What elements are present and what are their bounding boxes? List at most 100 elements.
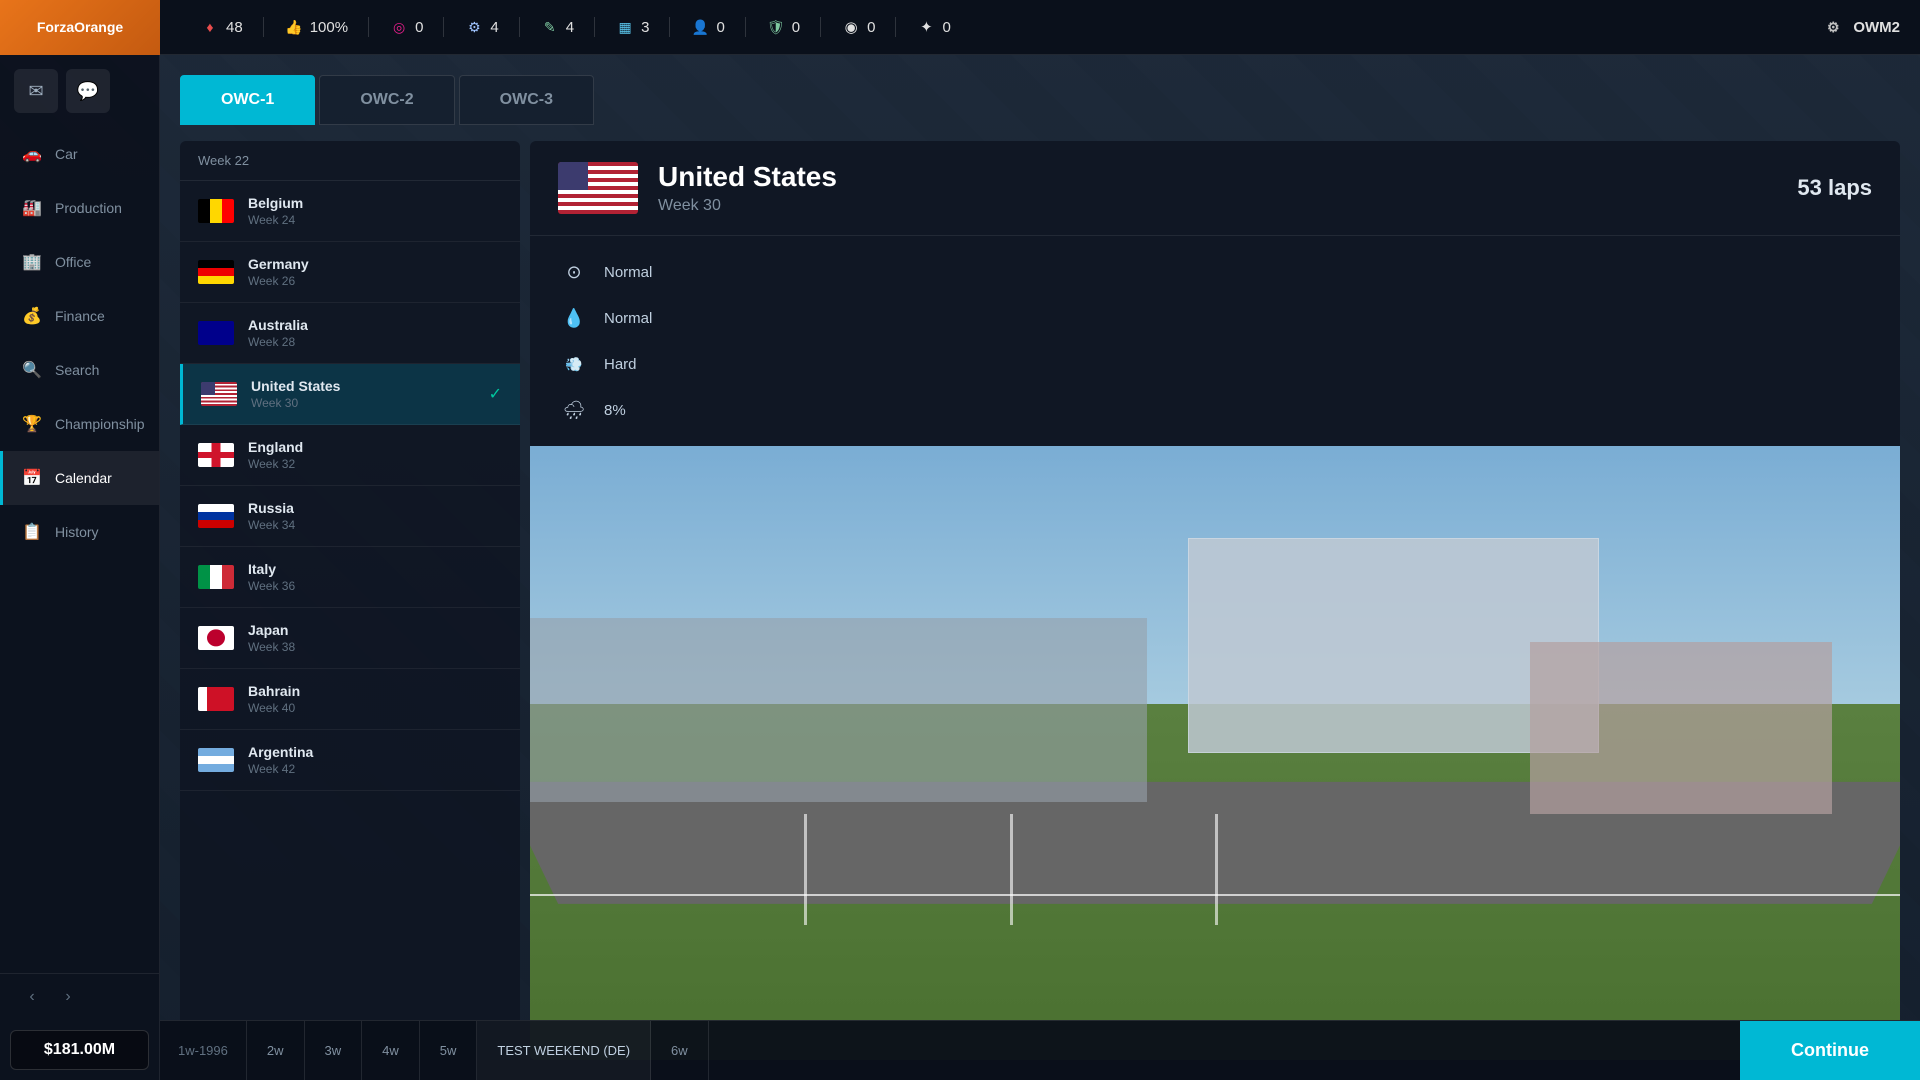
flag-italy: [198, 565, 234, 589]
production-icon: 🏭: [21, 197, 43, 219]
race-week-bahrain: Week 40: [248, 701, 502, 715]
shield-icon: 🛡: [766, 17, 786, 37]
stat-mechanics: ✎ 4: [520, 17, 595, 37]
box-icon: ▦: [615, 17, 635, 37]
mail-button[interactable]: ✉: [14, 69, 58, 113]
stat-star-value: 0: [942, 19, 950, 36]
money-display: $181.00M: [10, 1030, 149, 1070]
detail-laps: 53 laps: [1797, 175, 1872, 201]
race-item-russia[interactable]: Russia Week 34: [180, 486, 520, 547]
bottom-bar: 1w-1996 2w 3w 4w 5w TEST WEEKEND (DE) 6w…: [160, 1020, 1920, 1080]
username: OWM2: [1853, 19, 1900, 36]
detail-panel: United States Week 30 53 laps ⊙ Normal 💧…: [530, 141, 1900, 1060]
stat-star: ✦ 0: [896, 17, 970, 37]
race-item-japan[interactable]: Japan Week 38: [180, 608, 520, 669]
stat-row-rain: 🌧 8%: [558, 394, 1872, 426]
tab-owc2[interactable]: OWC-2: [319, 75, 454, 125]
star-icon: ✦: [916, 17, 936, 37]
race-item-england[interactable]: England Week 32: [180, 425, 520, 486]
flag-russia: [198, 504, 234, 528]
detail-week: Week 30: [658, 197, 1777, 215]
rain-icon: 🌧: [558, 394, 590, 426]
settings-icon[interactable]: ⚙: [1823, 17, 1843, 37]
marking-2: [1010, 814, 1013, 925]
sidebar-item-calendar[interactable]: 📅 Calendar: [0, 451, 159, 505]
sidebar-item-office[interactable]: 🏢 Office: [0, 235, 159, 289]
top-bar: ForzaOrange ♦ 48 👍 100% ◎ 0 ⚙ 4 ✎ 4 ▦ 3 …: [0, 0, 1920, 55]
sidebar-nav: 🚗 Car 🏭 Production 🏢 Office 💰 Finance 🔍 …: [0, 127, 159, 973]
stat-boxes-value: 3: [641, 19, 649, 36]
sidebar-chevrons: ‹ ›: [0, 973, 159, 1020]
race-week-germany: Week 26: [248, 274, 502, 288]
marking-3: [1215, 814, 1218, 925]
race-item-belgium[interactable]: Belgium Week 24: [180, 181, 520, 242]
tab-owc3[interactable]: OWC-3: [459, 75, 594, 125]
stat-coins: ◉ 0: [821, 17, 896, 37]
race-week-japan: Week 38: [248, 640, 502, 654]
continue-button[interactable]: Continue: [1740, 1021, 1920, 1080]
sidebar-item-production-label: Production: [55, 200, 122, 216]
wrench-icon: ⚙: [464, 17, 484, 37]
sidebar-item-finance[interactable]: 💰 Finance: [0, 289, 159, 343]
logo: ForzaOrange: [0, 0, 160, 55]
detail-flag: [558, 162, 638, 214]
stat-approval-value: 100%: [310, 19, 348, 36]
flag-belgium: [198, 199, 234, 223]
stat-row-hard: 💨 Hard: [558, 348, 1872, 380]
grandstand: [1530, 642, 1831, 814]
wind-icon: 💨: [558, 348, 590, 380]
user-area[interactable]: ⚙ OWM2: [1823, 17, 1920, 37]
race-item-germany[interactable]: Germany Week 26: [180, 242, 520, 303]
current-week-label: 1w-1996: [160, 1021, 247, 1080]
detail-header: United States Week 30 53 laps: [530, 141, 1900, 236]
race-week-england: Week 32: [248, 457, 502, 471]
race-item-bahrain[interactable]: Bahrain Week 40: [180, 669, 520, 730]
detail-stats: ⊙ Normal 💧 Normal 💨 Hard 🌧 8%: [530, 236, 1900, 446]
stat-shield-value: 0: [792, 19, 800, 36]
person-icon: 👤: [690, 17, 710, 37]
circle-icon: ◎: [389, 17, 409, 37]
sidebar-item-championship-label: Championship: [55, 416, 145, 432]
top-stats: ♦ 48 👍 100% ◎ 0 ⚙ 4 ✎ 4 ▦ 3 👤 0 🛡 0: [160, 17, 1823, 37]
chat-button[interactable]: 💬: [66, 69, 110, 113]
race-list[interactable]: Belgium Week 24 Germany Week 26: [180, 181, 520, 1060]
race-list-header: Week 22: [180, 141, 520, 181]
office-icon: 🏢: [21, 251, 43, 273]
pit-building: [530, 618, 1147, 802]
race-item-argentina[interactable]: Argentina Week 42: [180, 730, 520, 791]
tire-icon: ⊙: [558, 256, 590, 288]
race-item-united-states[interactable]: United States Week 30 ✓: [180, 364, 520, 425]
race-item-italy[interactable]: Italy Week 36: [180, 547, 520, 608]
sidebar-item-office-label: Office: [55, 254, 91, 270]
sidebar-item-search[interactable]: 🔍 Search: [0, 343, 159, 397]
race-country-england: England: [248, 439, 502, 455]
flag-japan: [198, 626, 234, 650]
sidebar-item-production[interactable]: 🏭 Production: [0, 181, 159, 235]
pencil-icon: ✎: [540, 17, 560, 37]
sidebar-item-calendar-label: Calendar: [55, 470, 112, 486]
race-item-australia[interactable]: Australia Week 28: [180, 303, 520, 364]
track-scene: [530, 446, 1900, 1060]
flag-australia: [198, 321, 234, 345]
race-country-japan: Japan: [248, 622, 502, 638]
flag-england: [198, 443, 234, 467]
race-week-usa: Week 30: [251, 396, 475, 410]
sidebar-item-car[interactable]: 🚗 Car: [0, 127, 159, 181]
sidebar-item-championship[interactable]: 🏆 Championship: [0, 397, 159, 451]
race-country-russia: Russia: [248, 500, 502, 516]
stat-engineers: ⚙ 4: [444, 17, 519, 37]
stat-3: ◎ 0: [369, 17, 444, 37]
race-country-argentina: Argentina: [248, 744, 502, 760]
timeline-4w: 4w: [362, 1021, 420, 1080]
tab-owc1[interactable]: OWC-1: [180, 75, 315, 125]
history-icon: 📋: [21, 521, 43, 543]
stat-mechanics-value: 4: [566, 19, 574, 36]
week-header-label: Week 22: [198, 153, 249, 168]
stat-row-normal-1: ⊙ Normal: [558, 256, 1872, 288]
sidebar-item-history-label: History: [55, 524, 99, 540]
timeline-3w: 3w: [305, 1021, 363, 1080]
sidebar-item-history[interactable]: 📋 History: [0, 505, 159, 559]
chevron-right-button[interactable]: ›: [50, 982, 86, 1012]
stat-row-label-1: Normal: [604, 264, 652, 281]
chevron-left-button[interactable]: ‹: [14, 982, 50, 1012]
